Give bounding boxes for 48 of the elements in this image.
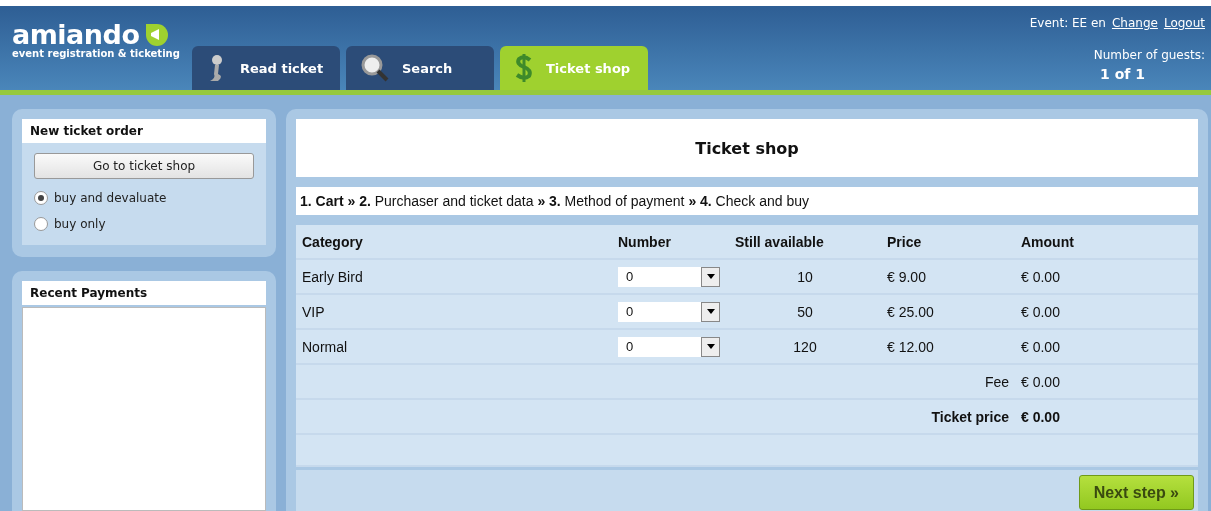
total-value: € 0.00 [1015, 365, 1198, 400]
number-select[interactable]: 0 [618, 336, 720, 357]
panel-title: New ticket order [22, 119, 266, 143]
table-cell: 50 [729, 295, 881, 330]
checkout-steps: 1. Cart » 2. Purchaser and ticket data » 3. Method of payment » 4. Check and buy [296, 187, 1198, 215]
panel-title: Recent Payments [22, 281, 266, 305]
dropdown-icon [706, 274, 715, 279]
guests-count: 1 of 1 [1100, 66, 1146, 82]
table-cell: VIP [296, 295, 612, 330]
table-cell: € 0.00 [1015, 330, 1198, 365]
column-header: Category [296, 225, 612, 260]
dollar-icon [514, 52, 534, 84]
table-cell: € 25.00 [881, 295, 1015, 330]
next-step-button[interactable]: Next step » [1078, 475, 1194, 510]
table-cell: € 0.00 [1015, 295, 1198, 330]
total-label: Fee [296, 365, 1015, 400]
logo-tagline: event registration & ticketing [12, 48, 181, 59]
nav-tab[interactable]: Read ticket [192, 46, 340, 90]
dropdown-icon [706, 344, 715, 349]
nav-tab[interactable]: Search [346, 46, 494, 90]
table-cell: € 0.00 [1015, 260, 1198, 295]
event-label: Event: EE en [1029, 16, 1106, 30]
shop-title: Ticket shop [296, 119, 1198, 177]
radio-button[interactable] [34, 217, 48, 231]
table-cell: € 9.00 [881, 260, 1015, 295]
radio-label: buy and devaluate [54, 191, 167, 205]
table-cell: 120 [729, 330, 881, 365]
table-cell: 10 [729, 260, 881, 295]
column-header: Number [612, 225, 729, 260]
table-cell: € 12.00 [881, 330, 1015, 365]
column-header: Price [881, 225, 1015, 260]
header-link[interactable]: Logout [1163, 16, 1205, 30]
column-header: Still available [729, 225, 881, 260]
radio-label: buy only [54, 217, 106, 231]
total-label: Ticket price [296, 400, 1015, 435]
guests-label: Number of guests: [1093, 48, 1205, 62]
search-icon [360, 53, 390, 83]
table-cell: Normal [296, 330, 612, 365]
column-header: Amount [1015, 225, 1198, 260]
header-link[interactable]: Change [1111, 16, 1158, 30]
radio-button[interactable] [34, 191, 48, 205]
ticket-shop-button[interactable]: Go to ticket shop [34, 153, 254, 179]
dropdown-icon [706, 309, 715, 314]
logo-text: amiando [12, 22, 140, 48]
number-select[interactable]: 0 [618, 266, 720, 287]
total-value: € 0.00 [1015, 400, 1198, 435]
table-cell: Early Bird [296, 260, 612, 295]
number-select[interactable]: 0 [618, 301, 720, 322]
